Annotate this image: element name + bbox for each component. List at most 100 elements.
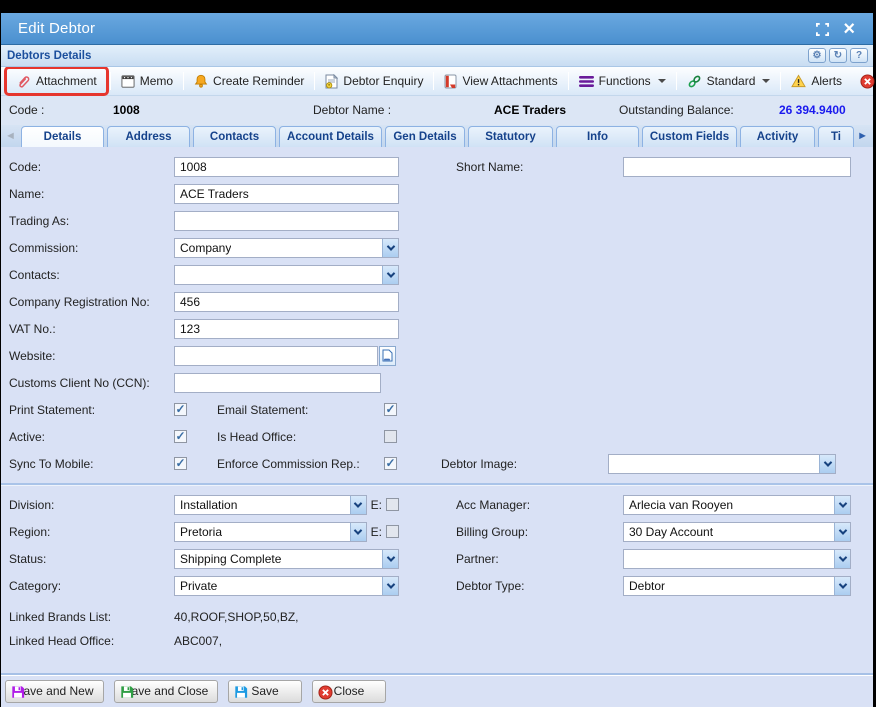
print-statement-field-label: Print Statement: <box>9 403 174 417</box>
short-name-input[interactable] <box>623 157 851 177</box>
tab-statutory[interactable]: Statutory <box>468 126 553 147</box>
close-red-icon <box>860 74 875 89</box>
category-select[interactable]: Private <box>174 576 399 596</box>
tab-label: Contacts <box>210 131 259 143</box>
dropdown-button[interactable] <box>834 496 850 514</box>
name-input[interactable]: ACE Traders <box>174 184 399 204</box>
active-checkbox[interactable] <box>174 430 187 443</box>
form-row: Division: Installation E: Acc Manager: A… <box>9 491 873 518</box>
partner-select[interactable] <box>623 549 851 569</box>
dropdown-button[interactable] <box>834 523 850 541</box>
name-field-label: Name: <box>9 187 174 201</box>
attachment-button[interactable]: Attachment <box>7 69 106 93</box>
enforce-commission-checkbox[interactable] <box>384 457 397 470</box>
view-attachments-button[interactable]: View Attachments <box>435 69 566 93</box>
close-button[interactable]: Close <box>312 680 386 703</box>
tab-activity[interactable]: Activity <box>740 126 815 147</box>
tab-scroll-right-button[interactable]: ► <box>857 128 868 144</box>
billing-group-select[interactable]: 30 Day Account <box>623 522 851 542</box>
tab-info[interactable]: Info <box>556 126 639 147</box>
print-statement-checkbox[interactable] <box>174 403 187 416</box>
dropdown-button[interactable] <box>382 266 398 284</box>
outstanding-balance-value: 26 394.9400 <box>779 103 846 117</box>
toolbar: Attachment Memo Create Reminder Debtor E… <box>1 67 873 96</box>
tab-truncated[interactable]: Ti <box>818 126 854 147</box>
tab-label: Ti <box>831 131 841 143</box>
tab-gen-details[interactable]: Gen Details <box>385 126 465 147</box>
chevron-down-icon <box>823 458 831 466</box>
division-e-label: E: <box>371 498 382 512</box>
tab-contacts[interactable]: Contacts <box>193 126 276 147</box>
chevron-down-icon <box>838 580 846 588</box>
create-reminder-button[interactable]: Create Reminder <box>185 69 313 93</box>
region-field-label: Region: <box>9 525 174 539</box>
division-field-label: Division: <box>9 498 174 512</box>
tab-label: Custom Fields <box>650 131 729 143</box>
region-select[interactable]: Pretoria <box>174 522 367 542</box>
gear-button[interactable]: ⚙ <box>808 48 826 63</box>
save-button[interactable]: Save <box>228 680 302 703</box>
sync-to-mobile-checkbox[interactable] <box>174 457 187 470</box>
acc-manager-select[interactable]: Arlecia van Rooyen <box>623 495 851 515</box>
sync-to-mobile-field-label: Sync To Mobile: <box>9 457 174 471</box>
memo-icon <box>121 75 135 88</box>
dropdown-button[interactable] <box>834 577 850 595</box>
help-button[interactable]: ? <box>850 48 868 63</box>
window-close-button[interactable]: × <box>843 22 855 36</box>
commission-select[interactable]: Company <box>174 238 399 258</box>
dropdown-button[interactable] <box>819 455 835 473</box>
tab-details[interactable]: Details <box>21 126 104 147</box>
toolbar-close-button[interactable]: Close <box>851 69 876 93</box>
company-reg-no-input[interactable]: 456 <box>174 292 399 312</box>
refresh-button[interactable]: ↻ <box>829 48 847 63</box>
dropdown-button[interactable] <box>350 496 366 514</box>
standard-button[interactable]: Standard <box>678 69 780 93</box>
status-select[interactable]: Shipping Complete <box>174 549 399 569</box>
contacts-select[interactable] <box>174 265 399 285</box>
button-label: Close <box>334 684 365 698</box>
save-and-new-button[interactable]: Save and New <box>5 680 104 703</box>
alerts-button[interactable]: Alerts <box>782 69 851 93</box>
acc-manager-field-label: Acc Manager: <box>456 498 623 512</box>
outstanding-balance-label: Outstanding Balance: <box>619 103 734 117</box>
maximize-button[interactable] <box>816 23 829 36</box>
code-field-label: Code: <box>9 160 174 174</box>
tab-account-details[interactable]: Account Details <box>279 126 382 147</box>
trading-as-input[interactable] <box>174 211 399 231</box>
functions-button[interactable]: Functions <box>570 69 675 93</box>
dropdown-button[interactable] <box>382 239 398 257</box>
ccn-input[interactable] <box>174 373 381 393</box>
toolbar-separator <box>568 72 569 90</box>
email-statement-checkbox[interactable] <box>384 403 397 416</box>
billing-group-field-label: Billing Group: <box>456 525 623 539</box>
tab-custom-fields[interactable]: Custom Fields <box>642 126 737 147</box>
debtor-type-select[interactable]: Debtor <box>623 576 851 596</box>
division-e-checkbox[interactable] <box>386 498 399 511</box>
is-head-office-checkbox[interactable] <box>384 430 397 443</box>
bell-icon <box>194 74 208 88</box>
dropdown-button[interactable] <box>350 523 366 541</box>
panel-header: Debtors Details ⚙ ↻ ? <box>1 45 873 67</box>
edit-debtor-window: Edit Debtor × Debtors Details ⚙ ↻ ? Atta… <box>0 0 876 707</box>
tab-address[interactable]: Address <box>107 126 190 147</box>
vat-no-input[interactable]: 123 <box>174 319 399 339</box>
region-slot: Pretoria E: <box>174 522 399 542</box>
code-input[interactable]: 1008 <box>174 157 399 177</box>
chevron-down-icon <box>658 79 666 83</box>
dropdown-button[interactable] <box>834 550 850 568</box>
division-select[interactable]: Installation <box>174 495 367 515</box>
button-label: Save <box>251 684 278 698</box>
debtor-enquiry-button[interactable]: Debtor Enquiry <box>316 69 432 93</box>
save-and-close-button[interactable]: Save and Close <box>114 680 218 703</box>
debtor-image-select[interactable] <box>608 454 836 474</box>
memo-button[interactable]: Memo <box>112 69 182 93</box>
website-input[interactable] <box>174 346 378 366</box>
open-website-button[interactable] <box>379 346 396 366</box>
dropdown-button[interactable] <box>382 550 398 568</box>
tab-scroll-left-button[interactable]: ◄ <box>5 128 16 144</box>
dropdown-button[interactable] <box>382 577 398 595</box>
region-e-checkbox[interactable] <box>386 525 399 538</box>
form-row: Linked Head Office: ABC007, <box>9 629 873 653</box>
form-row: Print Statement: Email Statement: <box>9 396 873 423</box>
debtor-image-field-label: Debtor Image: <box>441 457 608 471</box>
